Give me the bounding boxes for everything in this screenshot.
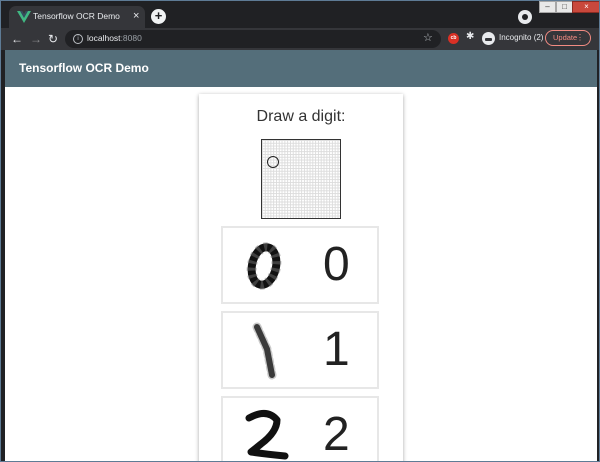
close-window-button[interactable]: × bbox=[572, 1, 599, 13]
maximize-button[interactable]: □ bbox=[556, 1, 573, 13]
vue-logo-icon bbox=[17, 11, 31, 23]
address-bar[interactable]: i localhost:8080 ☆ bbox=[65, 30, 441, 48]
app-title: Tensorflow OCR Demo bbox=[19, 61, 149, 75]
result-row: 1 bbox=[221, 311, 379, 389]
digit-zero-thumbnail bbox=[246, 242, 282, 290]
predicted-digit: 0 bbox=[323, 238, 350, 291]
incognito-profile-icon[interactable] bbox=[518, 10, 532, 24]
bookmark-star-icon[interactable]: ☆ bbox=[423, 31, 433, 44]
browser-toolbar: ← → ↻ i localhost:8080 ☆ cb ✱ Incognito … bbox=[1, 28, 599, 50]
digit-two-thumbnail bbox=[245, 410, 289, 460]
new-tab-button[interactable]: + bbox=[151, 9, 166, 24]
tab-title: Tensorflow OCR Demo bbox=[33, 11, 120, 21]
site-info-icon[interactable]: i bbox=[73, 34, 83, 44]
update-button[interactable]: Update ⋮ bbox=[545, 30, 591, 46]
result-row: 0 bbox=[221, 226, 379, 304]
browser-window: Tensorflow OCR Demo × + – □ × ← → ↻ i lo… bbox=[0, 0, 600, 462]
predicted-digit: 1 bbox=[323, 323, 350, 376]
draw-prompt: Draw a digit: bbox=[256, 108, 346, 125]
update-label: Update bbox=[553, 33, 578, 42]
minimize-button[interactable]: – bbox=[539, 1, 556, 13]
digit-one-thumbnail bbox=[252, 322, 277, 380]
app-bar: Tensorflow OCR Demo bbox=[5, 50, 597, 87]
back-icon[interactable]: ← bbox=[11, 31, 23, 47]
menu-dots-icon: ⋮ bbox=[576, 33, 584, 42]
page-content: Tensorflow OCR Demo Draw a digit: 0 1 2 bbox=[5, 50, 597, 461]
reload-icon[interactable]: ↻ bbox=[48, 31, 58, 47]
ocr-card: Draw a digit: 0 1 2 bbox=[199, 94, 403, 461]
brush-cursor-icon bbox=[267, 156, 279, 168]
forward-icon[interactable]: → bbox=[30, 31, 42, 47]
result-row: 2 bbox=[221, 396, 379, 461]
browser-tab[interactable]: Tensorflow OCR Demo × bbox=[9, 6, 145, 28]
title-bar: Tensorflow OCR Demo × + – □ × bbox=[1, 1, 599, 28]
tab-close-icon[interactable]: × bbox=[133, 9, 139, 23]
extensions-puzzle-icon[interactable]: ✱ bbox=[466, 31, 474, 42]
url-text[interactable]: localhost:8080 bbox=[87, 33, 142, 43]
predicted-digit: 2 bbox=[323, 408, 350, 461]
incognito-icon[interactable] bbox=[482, 32, 495, 45]
extension-icon[interactable]: cb bbox=[448, 33, 459, 44]
drawing-canvas[interactable] bbox=[261, 139, 341, 219]
incognito-label[interactable]: Incognito (2) bbox=[499, 33, 543, 42]
